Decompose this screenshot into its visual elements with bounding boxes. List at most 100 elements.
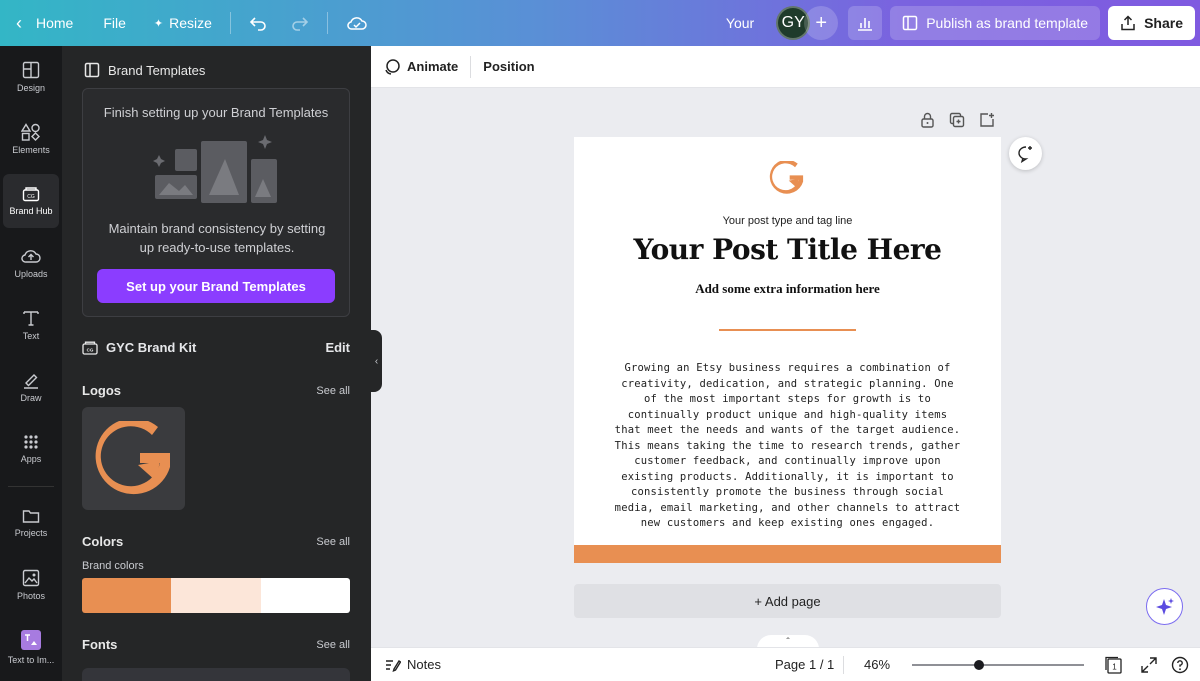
page-tools — [920, 112, 995, 128]
position-button[interactable]: Position — [471, 46, 546, 88]
post-extra-info[interactable]: Add some extra information here — [574, 281, 1001, 297]
svg-text:CG: CG — [87, 347, 94, 352]
undo-button[interactable] — [237, 0, 279, 46]
post-body-text[interactable]: Growing an Etsy business requires a comb… — [614, 361, 961, 532]
add-page-icon[interactable] — [979, 112, 995, 128]
photo-icon — [22, 569, 40, 587]
brand-kit-selector[interactable]: CG GYC Brand Kit — [82, 340, 196, 355]
fullscreen-button[interactable] — [1140, 656, 1158, 677]
rail-item-apps[interactable]: Apps — [3, 422, 59, 476]
lock-icon[interactable] — [920, 112, 935, 128]
brand-panel: Brand Templates Finish setting up your B… — [62, 46, 371, 681]
color-swatch[interactable] — [82, 578, 172, 613]
publish-brand-template-button[interactable]: Publish as brand template — [890, 6, 1101, 40]
pages-badge: 1 — [1112, 663, 1117, 672]
animate-icon — [385, 58, 400, 75]
colors-see-all-link[interactable]: See all — [316, 536, 350, 548]
brand-logo-icon — [769, 161, 804, 194]
brand-kit-edit-link[interactable]: Edit — [325, 340, 350, 355]
home-label: Home — [36, 15, 74, 31]
publish-label: Publish as brand template — [926, 15, 1089, 31]
rail-item-brand-hub[interactable]: CG Brand Hub — [3, 174, 59, 228]
share-button[interactable]: Share — [1108, 6, 1195, 40]
animate-button[interactable]: Animate — [371, 46, 470, 88]
post-tagline[interactable]: Your post type and tag line — [574, 215, 1001, 227]
divider — [229, 12, 231, 34]
bottom-bar: Notes Page 1 / 1 46% 1 — [371, 647, 1200, 681]
accent-divider[interactable] — [719, 329, 856, 331]
logo-tile[interactable] — [82, 407, 185, 510]
brand-icon: CG — [82, 341, 98, 355]
duplicate-page-icon[interactable] — [949, 112, 965, 128]
colors-title: Colors — [82, 534, 124, 549]
rail-item-photos[interactable]: Photos — [3, 558, 59, 612]
document-title[interactable]: Your — [726, 15, 754, 31]
design-page[interactable]: Your post type and tag line Your Post Ti… — [574, 137, 1001, 563]
chevron-left-icon: ‹ — [374, 355, 379, 367]
cloud-upload-icon — [21, 250, 41, 263]
insights-button[interactable] — [848, 6, 883, 40]
colors-header: Colors See all — [82, 534, 350, 549]
logos-header: Logos See all — [82, 383, 350, 398]
logos-see-all-link[interactable]: See all — [316, 385, 350, 397]
template-icon — [84, 62, 100, 78]
expand-icon — [1141, 657, 1157, 673]
rail-label: Uploads — [14, 269, 48, 279]
rail-label: Brand Hub — [9, 206, 53, 216]
setup-brand-templates-button[interactable]: Set up your Brand Templates — [97, 269, 335, 303]
left-rail: Design Elements CG Brand Hub Uploads Tex… — [0, 46, 62, 681]
add-page-button[interactable]: + Add page — [574, 584, 1001, 618]
font-tile[interactable] — [82, 668, 350, 681]
rail-item-text-to-image[interactable]: Text to Im... — [3, 620, 59, 674]
rail-label: Projects — [14, 528, 48, 538]
rail-divider — [8, 486, 54, 487]
footer-band[interactable] — [574, 545, 1001, 563]
cloud-save-status[interactable] — [334, 0, 380, 46]
notes-icon — [386, 659, 401, 672]
brand-colors-label: Brand colors — [82, 560, 144, 572]
collapse-panel-button[interactable]: ‹ — [371, 330, 382, 392]
file-menu-button[interactable]: File — [91, 0, 138, 46]
divider — [843, 656, 844, 674]
rail-label: Apps — [20, 454, 42, 464]
sparkle-icon: ✦ — [153, 17, 164, 30]
notes-button[interactable]: Notes — [385, 657, 441, 672]
add-comment-button[interactable] — [1009, 137, 1042, 170]
rail-item-text[interactable]: Text — [3, 298, 59, 352]
zoom-slider[interactable] — [912, 660, 1084, 670]
divider — [326, 12, 328, 34]
pages-view-button[interactable]: 1 — [1104, 656, 1124, 677]
rail-label: Text — [22, 331, 40, 341]
rail-label: Draw — [20, 393, 42, 403]
page-count[interactable]: Page 1 / 1 — [775, 657, 834, 672]
card-description: Maintain brand consistency by setting up… — [108, 221, 326, 255]
invite-button[interactable]: + — [804, 6, 839, 40]
sparkle-icon — [1155, 597, 1174, 615]
rail-item-elements[interactable]: Elements — [3, 112, 59, 166]
post-title[interactable]: Your Post Title Here — [574, 233, 1001, 266]
bar-chart-icon — [858, 18, 873, 31]
brand-kit-name: GYC Brand Kit — [106, 340, 197, 355]
help-button[interactable] — [1171, 656, 1189, 677]
color-swatch[interactable] — [171, 578, 261, 613]
redo-button[interactable] — [279, 0, 321, 46]
home-button[interactable]: ‹ Home — [0, 0, 85, 46]
animate-label: Animate — [407, 59, 459, 74]
zoom-level[interactable]: 46% — [864, 657, 890, 672]
fonts-see-all-link[interactable]: See all — [316, 639, 350, 651]
brand-kit-row: CG GYC Brand Kit Edit — [82, 340, 350, 355]
rail-item-design[interactable]: Design — [3, 50, 59, 104]
zoom-slider-handle[interactable] — [974, 660, 985, 670]
cloud-check-icon — [347, 17, 367, 30]
color-swatch[interactable] — [260, 578, 350, 613]
pages-icon: 1 — [1105, 656, 1122, 674]
help-icon — [1171, 656, 1189, 674]
notes-label: Notes — [407, 657, 441, 672]
rail-item-projects[interactable]: Projects — [3, 496, 59, 550]
resize-button[interactable]: ✦ Resize — [142, 0, 224, 46]
text-icon — [23, 311, 39, 326]
rail-item-uploads[interactable]: Uploads — [3, 236, 59, 290]
rail-item-draw[interactable]: Draw — [3, 360, 59, 414]
position-label: Position — [483, 59, 535, 74]
magic-assistant-button[interactable] — [1146, 588, 1183, 625]
